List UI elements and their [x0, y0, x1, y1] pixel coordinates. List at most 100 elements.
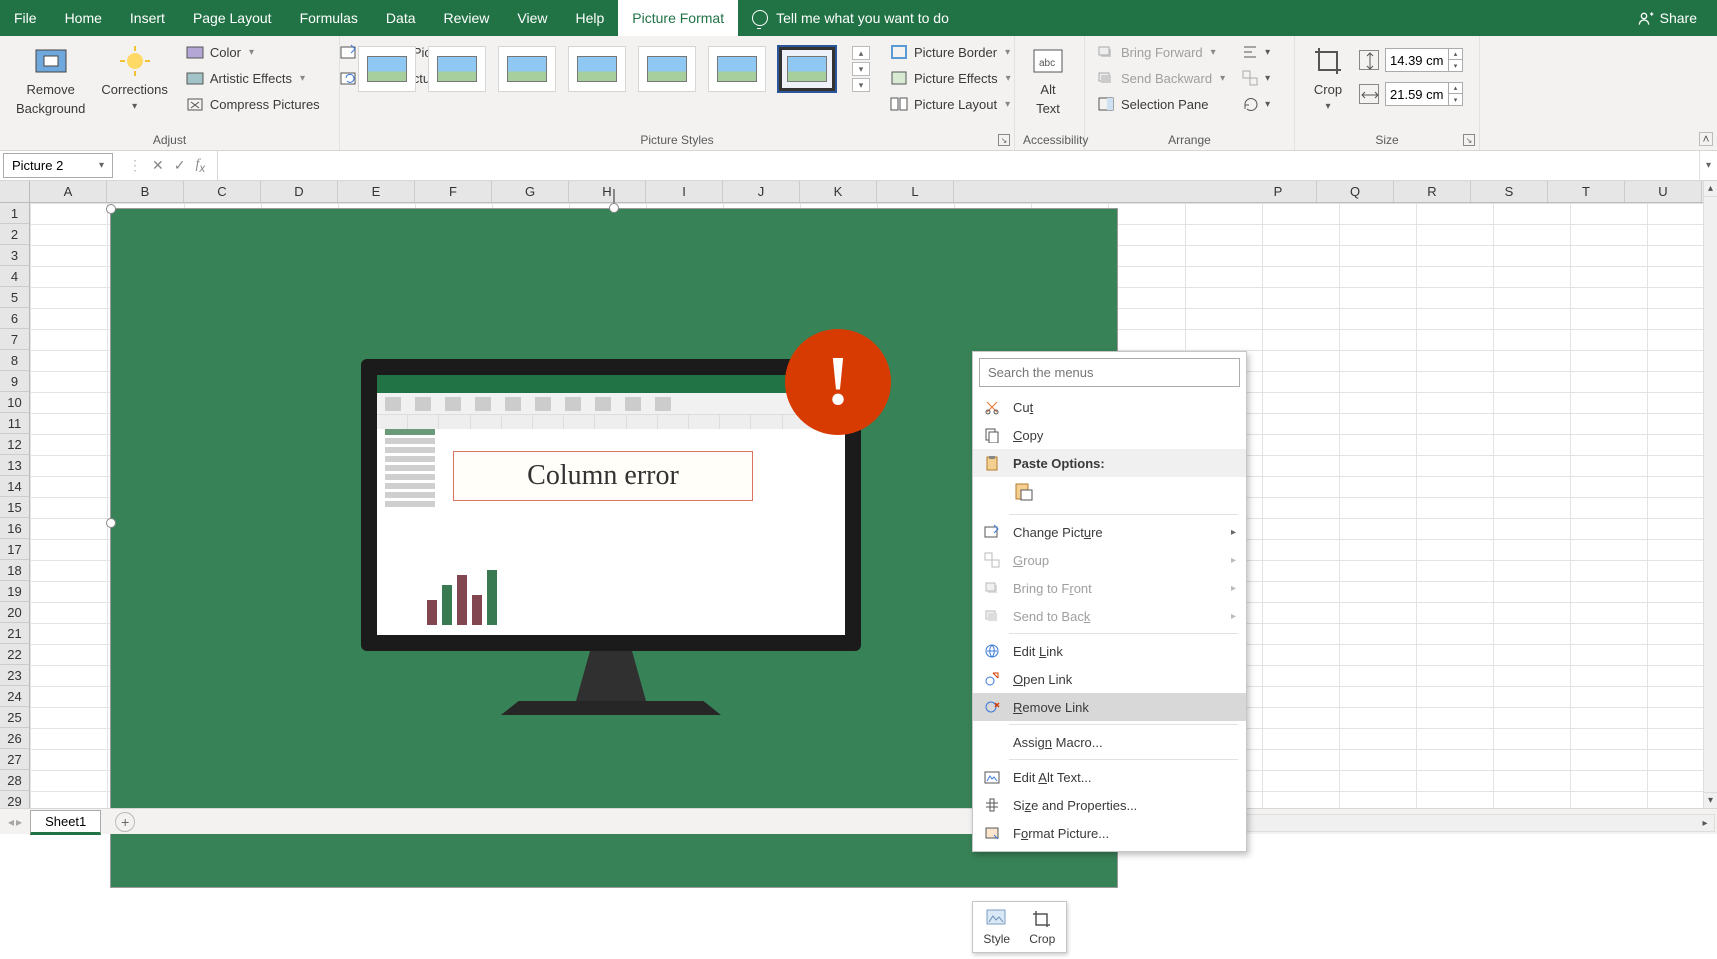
bring-forward-button[interactable]: Bring Forward▾ — [1093, 40, 1229, 64]
row-5[interactable]: 5 — [0, 287, 29, 308]
style-thumb-1[interactable] — [358, 46, 416, 92]
sheet-tab-1[interactable]: Sheet1 — [30, 810, 101, 835]
send-backward-button[interactable]: Send Backward▾ — [1093, 66, 1229, 90]
col-J[interactable]: J — [723, 181, 800, 202]
resize-handle-tl[interactable] — [106, 204, 116, 214]
width-spinner[interactable]: ▴▾ — [1385, 82, 1463, 106]
name-box-dropdown-icon[interactable]: ▾ — [99, 160, 104, 171]
col-F[interactable]: F — [415, 181, 492, 202]
gallery-more[interactable]: ▾ — [852, 78, 870, 92]
compress-pictures-button[interactable]: Compress Pictures — [182, 92, 324, 116]
tab-file[interactable]: File — [0, 0, 51, 36]
row-15[interactable]: 15 — [0, 497, 29, 518]
row-6[interactable]: 6 — [0, 308, 29, 329]
size-dialog-launcher[interactable]: ↘ — [1463, 134, 1475, 146]
height-down[interactable]: ▾ — [1449, 60, 1462, 71]
remove-background-button[interactable]: Remove Background — [8, 40, 93, 120]
picture-border-button[interactable]: Picture Border▾ — [886, 40, 1015, 64]
rotation-handle[interactable] — [613, 189, 615, 203]
alt-text-button[interactable]: abc Alt Text — [1023, 40, 1073, 120]
height-input[interactable] — [1386, 53, 1448, 68]
row-28[interactable]: 28 — [0, 770, 29, 791]
formula-input[interactable] — [218, 151, 1699, 180]
scroll-down-icon[interactable]: ▾ — [1704, 792, 1717, 808]
col-H[interactable]: H — [569, 181, 646, 202]
row-11[interactable]: 11 — [0, 413, 29, 434]
tab-data[interactable]: Data — [372, 0, 430, 36]
row-2[interactable]: 2 — [0, 224, 29, 245]
tab-insert[interactable]: Insert — [116, 0, 179, 36]
width-up[interactable]: ▴ — [1449, 83, 1462, 94]
row-19[interactable]: 19 — [0, 581, 29, 602]
style-thumb-7[interactable] — [778, 46, 836, 92]
style-thumb-3[interactable] — [498, 46, 556, 92]
name-box[interactable]: Picture 2 ▾ — [3, 153, 113, 178]
cell-grid[interactable]: Column error ! — [30, 203, 1703, 808]
row-18[interactable]: 18 — [0, 560, 29, 581]
ctx-edit-alt-text[interactable]: Edit Alt Text... — [973, 763, 1246, 791]
collapse-ribbon-icon[interactable]: ˄ — [1699, 132, 1713, 146]
tab-help[interactable]: Help — [562, 0, 619, 36]
ctx-cut[interactable]: Cut — [973, 393, 1246, 421]
col-I[interactable]: I — [646, 181, 723, 202]
mini-crop-button[interactable]: Crop — [1023, 908, 1063, 946]
selected-picture[interactable]: Column error ! — [110, 208, 1118, 888]
tell-me[interactable]: Tell me what you want to do — [738, 0, 963, 36]
group-button[interactable]: ▾ — [1237, 66, 1274, 90]
style-thumb-6[interactable] — [708, 46, 766, 92]
row-13[interactable]: 13 — [0, 455, 29, 476]
row-17[interactable]: 17 — [0, 539, 29, 560]
row-14[interactable]: 14 — [0, 476, 29, 497]
row-23[interactable]: 23 — [0, 665, 29, 686]
col-U[interactable]: U — [1625, 181, 1702, 202]
col-R[interactable]: R — [1394, 181, 1471, 202]
tab-view[interactable]: View — [503, 0, 561, 36]
formula-bar-expand-icon[interactable]: ▾ — [1699, 151, 1717, 180]
resize-handle-ml[interactable] — [106, 518, 116, 528]
col-D[interactable]: D — [261, 181, 338, 202]
width-down[interactable]: ▾ — [1449, 94, 1462, 105]
cancel-icon[interactable]: ✕ — [152, 157, 164, 174]
menu-search-input[interactable]: Search the menus — [979, 358, 1240, 387]
align-button[interactable]: ▾ — [1237, 40, 1274, 64]
ctx-size-properties[interactable]: Size and Properties... — [973, 791, 1246, 819]
col-C[interactable]: C — [184, 181, 261, 202]
row-16[interactable]: 16 — [0, 518, 29, 539]
paste-option-picture[interactable] — [1013, 481, 1035, 503]
col-S[interactable]: S — [1471, 181, 1548, 202]
crop-button[interactable]: Crop ▾ — [1303, 40, 1353, 116]
row-10[interactable]: 10 — [0, 392, 29, 413]
height-up[interactable]: ▴ — [1449, 49, 1462, 60]
hscroll-right-icon[interactable]: ▸ — [1696, 815, 1714, 831]
styles-dialog-launcher[interactable]: ↘ — [998, 134, 1010, 146]
corrections-button[interactable]: Corrections ▾ — [93, 40, 175, 116]
row-25[interactable]: 25 — [0, 707, 29, 728]
selection-pane-button[interactable]: Selection Pane — [1093, 92, 1229, 116]
picture-effects-button[interactable]: Picture Effects▾ — [886, 66, 1015, 90]
mini-style-button[interactable]: Style — [977, 908, 1017, 946]
row-3[interactable]: 3 — [0, 245, 29, 266]
col-T[interactable]: T — [1548, 181, 1625, 202]
picture-layout-button[interactable]: Picture Layout▾ — [886, 92, 1015, 116]
ctx-remove-link[interactable]: Remove Link — [973, 693, 1246, 721]
row-27[interactable]: 27 — [0, 749, 29, 770]
ctx-copy[interactable]: Copy — [973, 421, 1246, 449]
row-24[interactable]: 24 — [0, 686, 29, 707]
row-1[interactable]: 1 — [0, 203, 29, 224]
row-9[interactable]: 9 — [0, 371, 29, 392]
ctx-assign-macro[interactable]: Assign Macro... — [973, 728, 1246, 756]
share-button[interactable]: Share — [1618, 0, 1717, 36]
select-all-corner[interactable] — [0, 181, 30, 202]
color-button[interactable]: Color▾ — [182, 40, 324, 64]
formula-bar-menu-icon[interactable]: ⋮ — [128, 157, 142, 174]
tab-page-layout[interactable]: Page Layout — [179, 0, 286, 36]
tab-nav-prev[interactable]: ◂ — [8, 815, 14, 829]
col-K[interactable]: K — [800, 181, 877, 202]
rotate-button[interactable]: ▾ — [1237, 92, 1274, 116]
width-input[interactable] — [1386, 87, 1448, 102]
artistic-effects-button[interactable]: Artistic Effects▾ — [182, 66, 324, 90]
col-E[interactable]: E — [338, 181, 415, 202]
vertical-scrollbar[interactable]: ▴ ▾ — [1703, 181, 1717, 808]
gallery-scroll-up[interactable]: ▴ — [852, 46, 870, 60]
scroll-up-icon[interactable]: ▴ — [1704, 181, 1717, 197]
